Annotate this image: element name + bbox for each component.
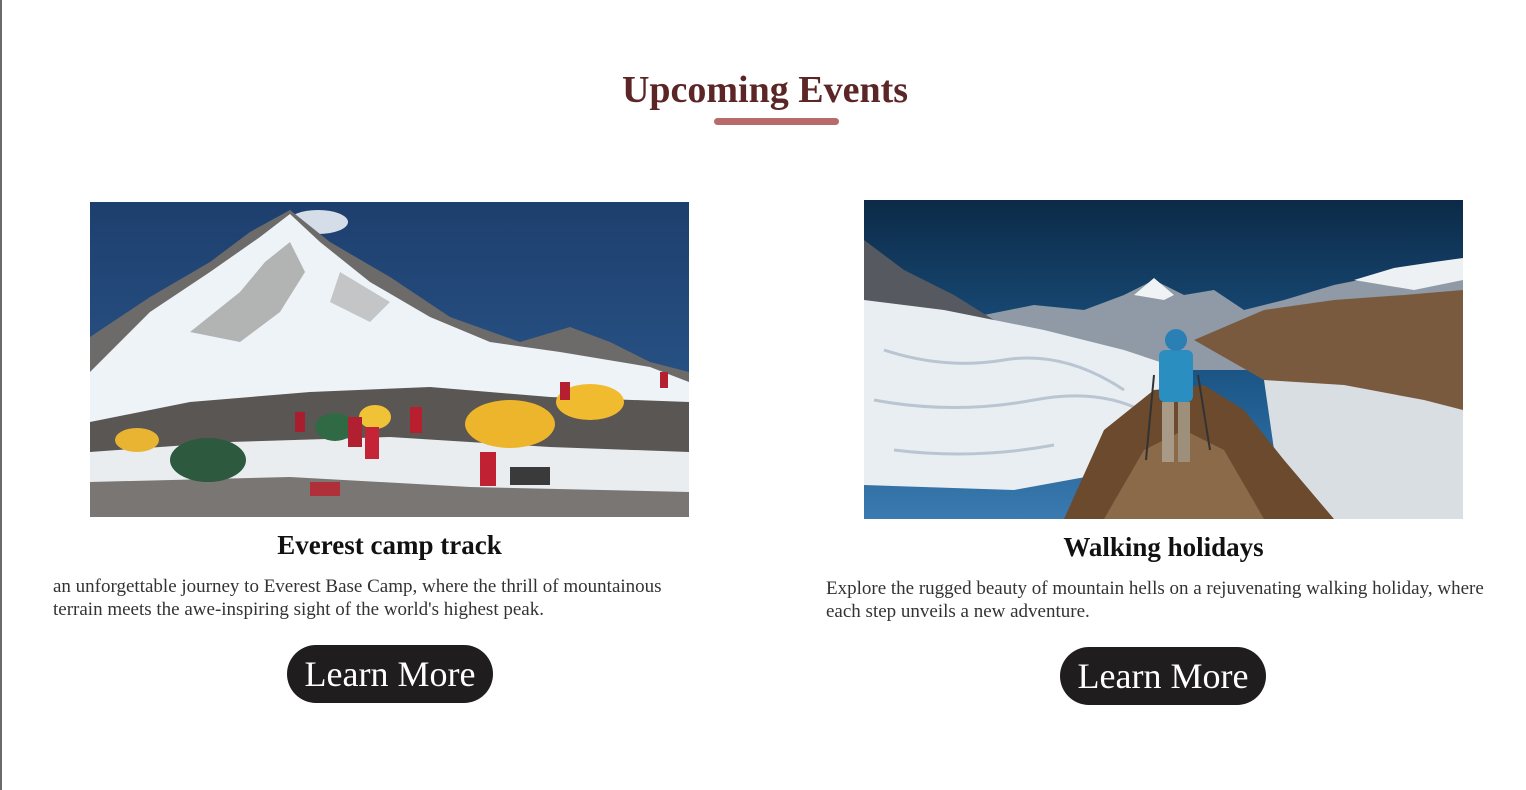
section-title: Upcoming Events (621, 69, 909, 111)
event-description: an unforgettable journey to Everest Base… (53, 576, 662, 620)
event-title: Everest camp track (277, 530, 502, 560)
upcoming-events-page: Upcoming Events Everest camp track an un… (0, 0, 1526, 790)
event-title: Walking holidays (1063, 532, 1264, 562)
learn-more-button[interactable]: Learn More (1060, 647, 1266, 705)
learn-more-button[interactable]: Learn More (287, 645, 493, 703)
event-description: Explore the rugged beauty of mountain he… (826, 578, 1484, 622)
title-underline (714, 118, 839, 125)
everest-camp-image (90, 202, 689, 517)
walking-holidays-image (864, 200, 1463, 519)
